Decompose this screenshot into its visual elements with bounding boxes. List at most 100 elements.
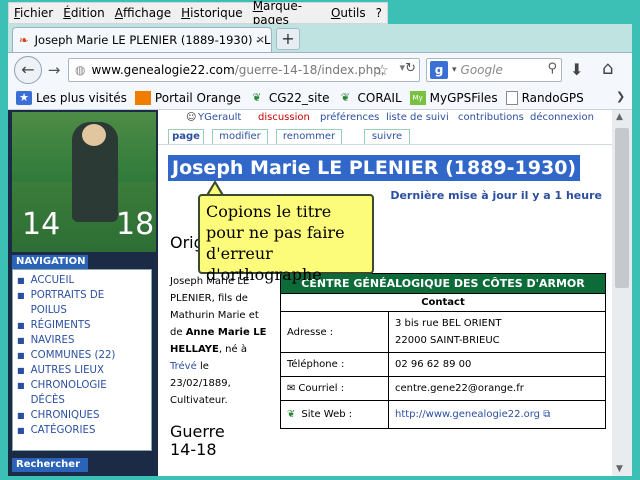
browser-tab[interactable]: ❧ Joseph Marie LE PLENIER (1889-1930) - … — [12, 27, 272, 52]
preferences-link[interactable]: préférences — [320, 112, 379, 123]
menu-outils[interactable]: Outils — [326, 6, 371, 20]
logo-number-left: 14 — [22, 207, 61, 242]
bookmarks-overflow-icon[interactable]: ❯ — [616, 90, 625, 103]
navigation-bar: ← → ◍ www.genealogie22.com /guerre-14-18… — [8, 52, 632, 86]
google-icon[interactable]: g — [430, 61, 448, 79]
discussion-link[interactable]: discussion — [258, 112, 310, 123]
bookmark-cg22-site[interactable]: ❦ CG22_site — [249, 90, 330, 105]
tab-suivre[interactable]: suivre — [364, 129, 410, 144]
menu-historique[interactable]: Historique — [176, 6, 248, 20]
globe-icon: ◍ — [75, 63, 86, 77]
bookmark-label: MyGPSFiles — [429, 90, 498, 105]
home-icon[interactable]: ⌂ — [602, 58, 613, 79]
bookmark-corail[interactable]: ❦ CORAIL — [338, 91, 402, 105]
forward-button[interactable]: → — [44, 59, 64, 81]
nav-item-navires[interactable]: ■ NAVIRES — [13, 333, 151, 348]
scroll-down-icon[interactable]: ▼ — [616, 464, 623, 474]
url-path: /guerre-14-18/index.php, — [234, 63, 385, 77]
bookmark-les-plus-visites[interactable]: ★ Les plus visités — [16, 90, 127, 105]
envelope-icon: ✉ — [287, 383, 296, 394]
contributions-link[interactable]: contributions — [458, 112, 524, 123]
reload-icon[interactable]: ↻ — [405, 61, 416, 76]
star-icon: ★ — [16, 90, 32, 105]
download-icon[interactable]: ⬇ — [570, 60, 583, 79]
nav-item-accueil[interactable]: ■ ACCUEIL — [13, 273, 151, 288]
bookmark-randogps[interactable]: RandoGPS — [505, 90, 584, 105]
site-logo[interactable]: 14 18 — [12, 112, 156, 252]
corail-icon: ❦ — [340, 90, 351, 104]
section-war-heading: Guerre 14-18 — [170, 422, 225, 459]
watchlist-link[interactable]: liste de suivi — [386, 112, 449, 123]
bullet-icon: ■ — [17, 276, 25, 285]
bookmark-label: Portail Orange — [154, 90, 241, 105]
logo-number-right: 18 — [116, 207, 155, 242]
nav-item-portraits[interactable]: ■ PORTRAITS DE POILUS — [13, 288, 151, 318]
table-row: ✉ Courriel : centre.gene22@orange.fr — [280, 376, 606, 401]
search-icon[interactable]: ⚲ — [547, 61, 557, 76]
tab-close-icon[interactable]: × — [256, 33, 265, 46]
bookmark-label: CORAIL — [357, 90, 402, 105]
tab-renommer[interactable]: renommer — [276, 129, 342, 144]
external-link-icon: ⧉ — [540, 409, 551, 420]
nav-item-categories[interactable]: ■ CATÉGORIES — [13, 423, 151, 438]
bookmark-mygpsfiles[interactable]: My MyGPSFiles — [409, 90, 498, 105]
bookmark-label: RandoGPS — [521, 90, 584, 105]
menu-fichier[interactable]: Fichier — [9, 6, 58, 20]
nav-item-communes[interactable]: ■ COMMUNES (22) — [13, 348, 151, 363]
website-icon: ❦ — [287, 409, 296, 420]
place-link[interactable]: Trévé — [170, 361, 197, 372]
nav-item-autres-lieux[interactable]: ■ AUTRES LIEUX — [13, 363, 151, 378]
nav-item-regiments[interactable]: ■ RÉGIMENTS — [13, 318, 151, 333]
annotation-callout: Copions le titre pour ne pas faire d'err… — [198, 194, 374, 284]
page-tabs: page modifier renommer suivre — [158, 126, 632, 144]
cg22-icon: ❦ — [252, 90, 262, 104]
bullet-icon: ■ — [17, 381, 25, 390]
tab-modifier[interactable]: modifier — [212, 129, 268, 144]
table-row: Adresse : 3 bis rue BEL ORIENT 22000 SAIN… — [280, 311, 606, 353]
scrollbar-thumb[interactable] — [615, 128, 629, 288]
logout-link[interactable]: déconnexion — [530, 112, 594, 123]
page-title[interactable]: Joseph Marie LE PLENIER (1889-1930) — [168, 155, 581, 181]
user-icon: ☺ — [186, 112, 197, 123]
bookmark-label: Les plus visités — [36, 90, 127, 105]
page-icon — [505, 90, 518, 105]
navigation-menu: ■ ACCUEIL ■ PORTRAITS DE POILUS ■ RÉGIMENTS… — [12, 269, 152, 451]
bookmark-star-icon[interactable]: ☆ — [376, 61, 389, 79]
nav-item-chronologie[interactable]: ■ CHRONOLOGIE DÉCÈS — [13, 378, 151, 408]
table-subheading: Contact — [280, 293, 606, 312]
search-bar[interactable]: g ▾ Google ⚲ — [426, 58, 562, 82]
gps-icon: My — [409, 90, 426, 105]
menu-edition[interactable]: Édition — [58, 6, 110, 20]
vertical-scrollbar[interactable]: ▲ ▼ — [612, 110, 632, 476]
bookmark-label: CG22_site — [268, 90, 330, 105]
menu-aide[interactable]: ? — [371, 6, 387, 20]
back-button[interactable]: ← — [14, 56, 42, 84]
tab-title: Joseph Marie LE PLENIER (1889-1930) - L.… — [34, 33, 272, 47]
biography-text: Joseph Marie LE PLENIER, fils de Mathuri… — [170, 276, 267, 406]
orange-icon — [134, 90, 151, 105]
table-heading: CENTRE GÉNÉALOGIQUE DES CÔTES D'ARMOR — [280, 273, 606, 294]
personal-tools: ☺ YGerault discussion préférences liste … — [158, 110, 632, 126]
web-page: 14 18 NAVIGATION ■ ACCUEIL ■ PORTRAITS DE … — [8, 110, 632, 476]
website-link[interactable]: http://www.genealogie22.org — [395, 409, 540, 420]
tab-page[interactable]: page — [168, 129, 204, 144]
menu-affichage[interactable]: Affichage — [110, 6, 176, 20]
nav-item-chroniques[interactable]: ■ CHRONIQUES — [13, 408, 151, 423]
new-tab-button[interactable]: + — [276, 28, 300, 50]
menu-marque-pages[interactable]: Marque-pages — [248, 0, 326, 27]
search-engine-dropdown-icon[interactable]: ▾ — [452, 65, 457, 75]
bullet-icon: ■ — [17, 426, 25, 435]
bullet-icon: ■ — [17, 351, 25, 360]
search-placeholder: Google — [460, 63, 503, 77]
tab-bar: ❧ Joseph Marie LE PLENIER (1889-1930) - … — [8, 24, 632, 52]
url-bar[interactable]: ◍ www.genealogie22.com /guerre-14-18/ind… — [68, 58, 420, 82]
bookmarks-toolbar: ★ Les plus visités Portail Orange ❦ CG22… — [8, 86, 632, 110]
menu-bar: Fichier Édition Affichage Historique Mar… — [8, 0, 388, 27]
bookmark-portail-orange[interactable]: Portail Orange — [134, 90, 241, 105]
back-arrow-icon: ← — [21, 60, 35, 79]
bullet-icon: ■ — [17, 291, 25, 300]
user-link[interactable]: YGerault — [198, 112, 241, 123]
bullet-icon: ■ — [17, 366, 25, 375]
scroll-up-icon[interactable]: ▲ — [616, 112, 623, 122]
sidebar: 14 18 NAVIGATION ■ ACCUEIL ■ PORTRAITS DE … — [8, 110, 158, 476]
